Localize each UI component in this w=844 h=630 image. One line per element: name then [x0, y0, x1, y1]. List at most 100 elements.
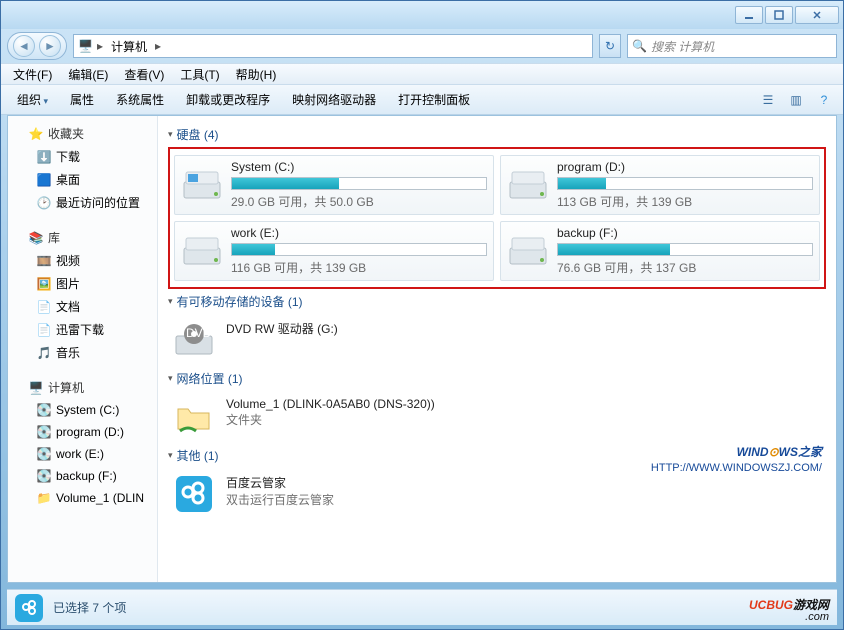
menu-tools[interactable]: 工具(T): [172, 66, 227, 83]
back-button[interactable]: ◄: [13, 35, 35, 57]
drive-name: backup (F:): [557, 226, 813, 240]
forward-button[interactable]: ►: [39, 35, 61, 57]
download-icon: ⬇️: [36, 149, 52, 165]
refresh-button[interactable]: ↻: [599, 34, 621, 58]
sidebar-item-drive-e[interactable]: 💽work (E:): [8, 443, 157, 465]
dvd-label: DVD RW 驱动器 (G:): [226, 320, 338, 337]
menu-bar: 文件(F) 编辑(E) 查看(V) 工具(T) 帮助(H): [1, 63, 843, 85]
drive-usage-bar: [231, 243, 487, 256]
sidebar-item-documents[interactable]: 📄文档: [8, 295, 157, 318]
item-dvd[interactable]: DVD DVD RW 驱动器 (G:): [168, 314, 826, 366]
baidu-cloud-label: 百度云管家: [226, 474, 334, 491]
drive-usage-bar: [231, 177, 487, 190]
drive-tile[interactable]: work (E:)116 GB 可用，共 139 GB: [174, 221, 494, 281]
sidebar-group-libraries: 📚 库 🎞️视频 🖼️图片 📄文档 📄迅雷下载 🎵音乐: [8, 226, 157, 364]
sidebar-item-videos[interactable]: 🎞️视频: [8, 249, 157, 272]
menu-edit[interactable]: 编辑(E): [60, 66, 116, 83]
status-text: 已选择 7 个项: [53, 599, 126, 616]
menu-view[interactable]: 查看(V): [116, 66, 172, 83]
sidebar-head-favorites[interactable]: ⭐ 收藏夹: [8, 122, 157, 145]
sidebar-item-music[interactable]: 🎵音乐: [8, 341, 157, 364]
network-folder-icon: [172, 397, 216, 437]
drive-icon: [181, 233, 223, 269]
help-button[interactable]: ?: [811, 89, 837, 111]
picture-icon: 🖼️: [36, 276, 52, 292]
drive-usage-bar: [557, 243, 813, 256]
toolbar-control-panel[interactable]: 打开控制面板: [388, 87, 480, 112]
sidebar-item-pictures[interactable]: 🖼️图片: [8, 272, 157, 295]
chevron-down-icon: ▾: [168, 373, 173, 384]
sidebar-item-volume1[interactable]: 📁Volume_1 (DLIN: [8, 487, 157, 509]
toolbar: 组织 属性 系统属性 卸载或更改程序 映射网络驱动器 打开控制面板 ☰ ▥ ?: [1, 85, 843, 115]
drive-icon: 💽: [36, 468, 52, 484]
chevron-right-icon: ▸: [155, 39, 161, 53]
section-hdd[interactable]: ▾ 硬盘 (4): [168, 122, 826, 147]
toolbar-system-properties[interactable]: 系统属性: [106, 87, 174, 112]
sidebar: ⭐ 收藏夹 ⬇️下载 🟦桌面 🕑最近访问的位置 📚 库 🎞️视频 🖼️图片 📄文…: [8, 116, 158, 582]
toolbar-map-drive[interactable]: 映射网络驱动器: [282, 87, 386, 112]
sidebar-item-drive-d[interactable]: 💽program (D:): [8, 421, 157, 443]
preview-pane-button[interactable]: ▥: [783, 89, 809, 111]
close-button[interactable]: [795, 6, 839, 24]
address-bar[interactable]: 🖥️ ▸ 计算机 ▸: [73, 34, 593, 58]
main-panel: ▾ 硬盘 (4) System (C:)29.0 GB 可用，共 50.0 GB…: [158, 116, 836, 582]
search-input[interactable]: 🔍 搜索 计算机: [627, 34, 837, 58]
drive-stats: 76.6 GB 可用，共 137 GB: [557, 259, 813, 276]
search-icon: 🔍: [632, 39, 647, 53]
svg-text:DVD: DVD: [186, 326, 212, 340]
drive-stats: 116 GB 可用，共 139 GB: [231, 259, 487, 276]
explorer-window: ◄ ► 🖥️ ▸ 计算机 ▸ ↻ 🔍 搜索 计算机 文件(F) 编辑(E) 查看…: [0, 0, 844, 630]
toolbar-uninstall[interactable]: 卸载或更改程序: [176, 87, 280, 112]
chevron-down-icon: ▾: [168, 296, 173, 307]
music-icon: 🎵: [36, 345, 52, 361]
sidebar-head-computer[interactable]: 🖥️ 计算机: [8, 376, 157, 399]
sidebar-item-recent[interactable]: 🕑最近访问的位置: [8, 191, 157, 214]
sidebar-item-drive-c[interactable]: 💽System (C:): [8, 399, 157, 421]
body: ⭐ 收藏夹 ⬇️下载 🟦桌面 🕑最近访问的位置 📚 库 🎞️视频 🖼️图片 📄文…: [7, 115, 837, 583]
nav-row: ◄ ► 🖥️ ▸ 计算机 ▸ ↻ 🔍 搜索 计算机: [1, 29, 843, 63]
sidebar-group-computer: 🖥️ 计算机 💽System (C:) 💽program (D:) 💽work …: [8, 376, 157, 509]
drive-icon: 💽: [36, 402, 52, 418]
drive-icon: 💽: [36, 424, 52, 440]
network-folder-sub: 文件夹: [226, 411, 435, 428]
baidu-cloud-sub: 双击运行百度云管家: [226, 491, 334, 508]
search-placeholder: 搜索 计算机: [651, 38, 714, 55]
watermark-ucbug: UCBUG游戏网 .com: [749, 592, 829, 623]
sidebar-head-libraries[interactable]: 📚 库: [8, 226, 157, 249]
status-icon: [15, 594, 43, 622]
document-icon: 📄: [36, 299, 52, 315]
nav-back-forward: ◄ ►: [7, 32, 67, 60]
view-options-button[interactable]: ☰: [755, 89, 781, 111]
menu-help[interactable]: 帮助(H): [228, 66, 285, 83]
chevron-down-icon: ▾: [168, 129, 173, 140]
video-icon: 🎞️: [36, 253, 52, 269]
item-network-folder[interactable]: Volume_1 (DLINK-0A5AB0 (DNS-320)) 文件夹: [168, 391, 826, 443]
drive-tile[interactable]: program (D:)113 GB 可用，共 139 GB: [500, 155, 820, 215]
drive-tile[interactable]: backup (F:) 76.6 GB 可用，共 137 GB: [500, 221, 820, 281]
section-network[interactable]: ▾ 网络位置 (1): [168, 366, 826, 391]
network-drive-icon: 📁: [36, 490, 52, 506]
drive-tile[interactable]: System (C:)29.0 GB 可用，共 50.0 GB: [174, 155, 494, 215]
menu-file[interactable]: 文件(F): [5, 66, 60, 83]
dvd-icon: DVD: [172, 320, 216, 360]
toolbar-properties[interactable]: 属性: [60, 87, 104, 112]
maximize-button[interactable]: [765, 6, 793, 24]
breadcrumb-computer[interactable]: 计算机: [107, 38, 151, 55]
desktop-icon: 🟦: [36, 172, 52, 188]
sidebar-item-desktop[interactable]: 🟦桌面: [8, 168, 157, 191]
drive-name: program (D:): [557, 160, 813, 174]
drive-icon: [181, 167, 223, 203]
minimize-button[interactable]: [735, 6, 763, 24]
chevron-right-icon: ▸: [97, 39, 103, 53]
sidebar-item-drive-f[interactable]: 💽backup (F:): [8, 465, 157, 487]
sidebar-item-xunlei[interactable]: 📄迅雷下载: [8, 318, 157, 341]
sidebar-item-downloads[interactable]: ⬇️下载: [8, 145, 157, 168]
chevron-down-icon: ▾: [168, 450, 173, 461]
sidebar-group-favorites: ⭐ 收藏夹 ⬇️下载 🟦桌面 🕑最近访问的位置: [8, 122, 157, 214]
section-other[interactable]: ▾ 其他 (1): [168, 443, 826, 468]
toolbar-organize[interactable]: 组织: [7, 87, 58, 112]
computer-icon: 🖥️: [28, 380, 44, 396]
item-baidu-cloud[interactable]: 百度云管家 双击运行百度云管家: [168, 468, 826, 520]
star-icon: ⭐: [28, 126, 44, 142]
section-removable[interactable]: ▾ 有可移动存储的设备 (1): [168, 289, 826, 314]
